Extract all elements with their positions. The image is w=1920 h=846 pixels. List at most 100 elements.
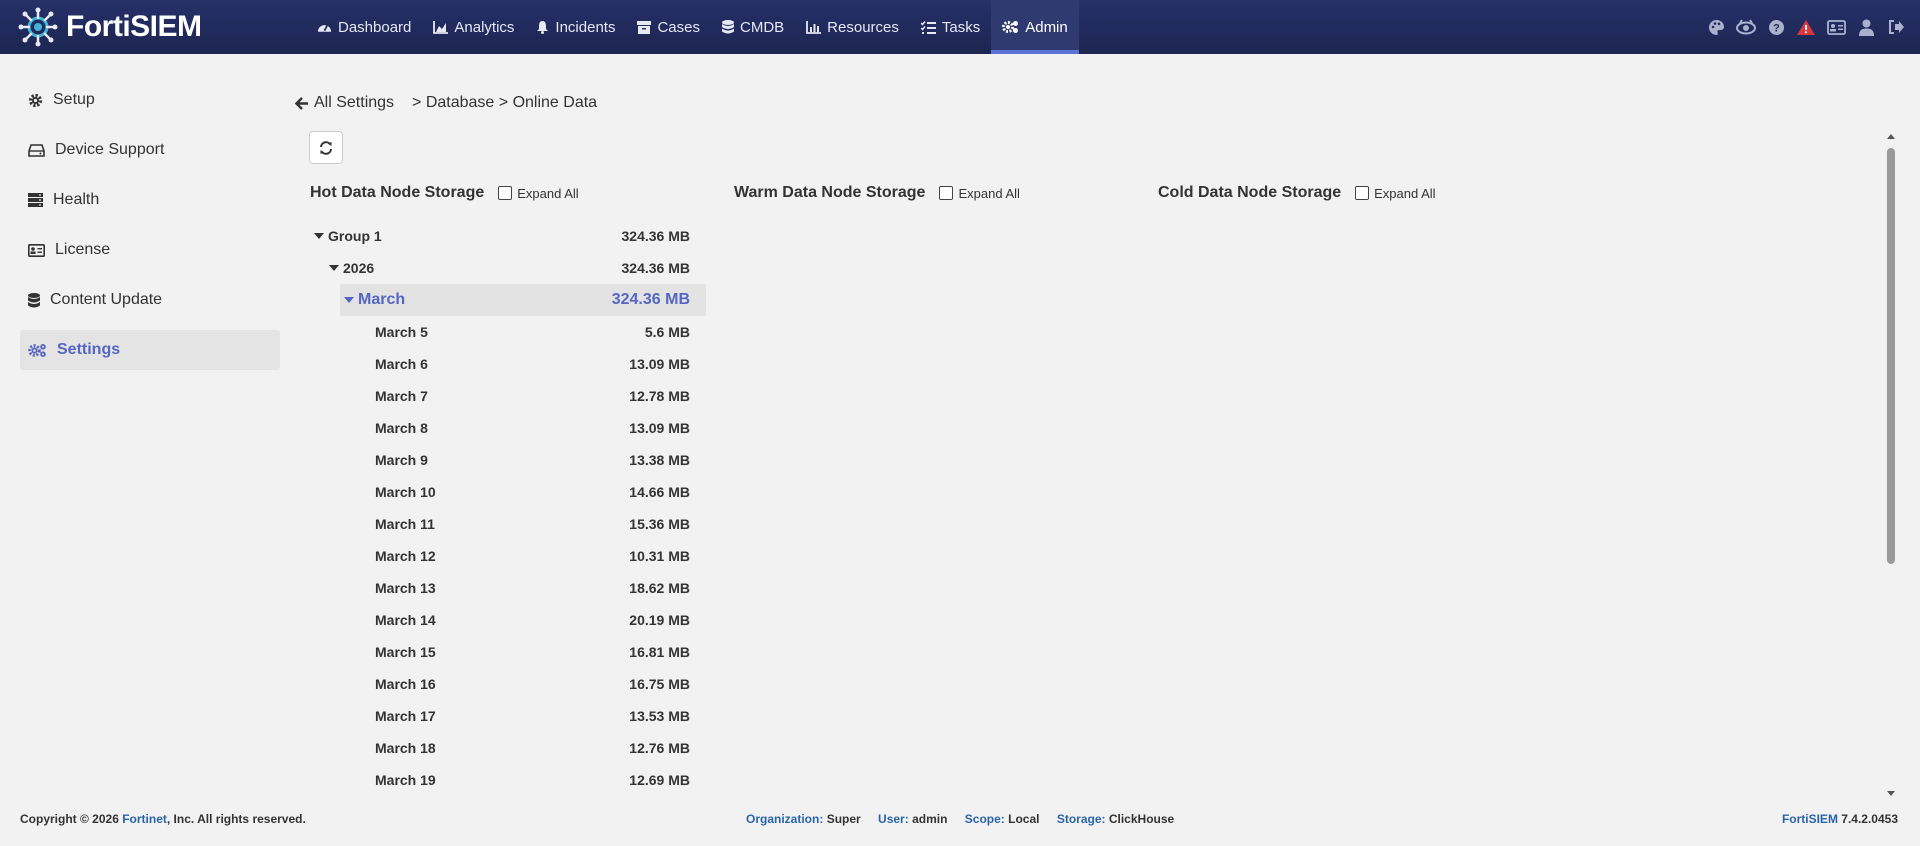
day-label: March 15 <box>375 644 436 660</box>
cold-expand-checkbox[interactable] <box>1355 186 1370 200</box>
sidebar-item-content-update[interactable]: Content Update <box>20 280 280 320</box>
warm-expand-checkbox[interactable] <box>939 186 954 200</box>
day-size: 13.09 MB <box>629 420 690 436</box>
tree-leaf-day[interactable]: March 6 13.09 MB <box>310 348 706 380</box>
nav-dashboard[interactable]: Dashboard <box>306 0 422 54</box>
day-label: March 6 <box>375 356 428 372</box>
hot-expand-checkbox[interactable] <box>498 186 513 200</box>
day-label: March 7 <box>375 388 428 404</box>
tree-node-label: March <box>358 291 406 308</box>
day-label: March 11 <box>375 516 435 532</box>
nav-resources[interactable]: Resources <box>795 0 910 54</box>
tree-leaf-day[interactable]: March 8 13.09 MB <box>310 412 706 444</box>
sidebar-item-license[interactable]: License <box>20 230 280 270</box>
all-settings-link[interactable]: All Settings <box>295 94 394 112</box>
tree-node-size: 324.36 MB <box>611 291 690 308</box>
tree-leaf-day[interactable]: March 5 5.6 MB <box>310 316 706 348</box>
sidebar-item-device-support[interactable]: Device Support <box>20 130 280 170</box>
hot-expand-label: Expand All <box>517 185 579 201</box>
fortinet-link[interactable]: Fortinet <box>122 812 167 826</box>
storage-label: Storage: <box>1056 812 1106 826</box>
warm-storage-title: Warm Data Node Storage <box>734 184 926 201</box>
refresh-button[interactable] <box>309 131 343 164</box>
palette-icon[interactable] <box>1706 17 1726 37</box>
tree-node-month[interactable]: March 324.36 MB <box>340 284 706 316</box>
day-label: March 5 <box>375 324 428 340</box>
day-label: March 17 <box>375 708 436 724</box>
day-size: 13.38 MB <box>629 452 690 468</box>
tree-leaf-day[interactable]: March 14 20.19 MB <box>310 604 706 636</box>
day-label: March 12 <box>375 548 436 564</box>
breadcrumb-path: > Database > Online Data <box>412 94 598 111</box>
tree-leaf-day[interactable]: March 17 13.53 MB <box>310 700 706 732</box>
scroll-up-arrow-icon[interactable] <box>1887 134 1895 139</box>
scope-value: Local <box>1008 812 1040 826</box>
nav-analytics[interactable]: Analytics <box>422 0 525 54</box>
header-icons: ? <box>1706 0 1906 54</box>
caret-down-icon[interactable] <box>329 265 339 271</box>
nav-admin[interactable]: Admin <box>991 0 1079 54</box>
org-label: Organization: <box>746 812 824 826</box>
content-scrollbar[interactable] <box>1885 132 1897 798</box>
sidebar-item-health[interactable]: Health <box>20 180 280 220</box>
tree-leaf-day[interactable]: March 18 12.76 MB <box>310 732 706 764</box>
server-icon <box>28 193 43 207</box>
all-settings-label: All Settings <box>314 94 395 111</box>
breadcrumb: All Settings > Database > Online Data <box>295 94 597 112</box>
tree-leaf-day[interactable]: March 16 16.75 MB <box>310 668 706 700</box>
user-icon[interactable] <box>1856 17 1876 37</box>
caret-down-icon[interactable] <box>344 297 354 303</box>
top-navbar: FortiSIEM Dashboard Analytics Incidents … <box>0 0 1920 54</box>
tree-leaf-day[interactable]: March 19 12.69 MB <box>310 764 706 796</box>
hard-drive-icon <box>28 143 45 157</box>
gauge-icon <box>317 24 332 32</box>
id-card-icon[interactable] <box>1826 17 1846 37</box>
nav-incidents[interactable]: Incidents <box>525 0 626 54</box>
arrow-left-icon <box>295 96 308 110</box>
version-number: 7.4.2.0453 <box>1841 812 1898 826</box>
help-icon[interactable]: ? <box>1766 17 1786 37</box>
day-label: March 8 <box>375 420 428 436</box>
day-label: March 18 <box>375 740 436 756</box>
scope-label: Scope: <box>964 812 1005 826</box>
alert-icon[interactable] <box>1796 17 1816 37</box>
hot-storage-title: Hot Data Node Storage <box>310 184 485 201</box>
tree-leaf-day[interactable]: March 13 18.62 MB <box>310 572 706 604</box>
tree-node-group[interactable]: Group 1 324.36 MB <box>310 220 706 252</box>
logout-icon[interactable] <box>1886 17 1906 37</box>
fortisiem-logo[interactable]: FortiSIEM <box>18 7 288 47</box>
nav-cases[interactable]: Cases <box>626 0 711 54</box>
day-size: 16.75 MB <box>629 676 690 692</box>
tree-leaf-day[interactable]: March 7 12.78 MB <box>310 380 706 412</box>
cold-expand-all[interactable]: Expand All <box>1355 186 1436 201</box>
warm-expand-all[interactable]: Expand All <box>939 186 1020 201</box>
scrollbar-thumb[interactable] <box>1887 148 1895 564</box>
product-name: FortiSIEM <box>1781 812 1838 826</box>
watch-eye-icon[interactable] <box>1736 17 1756 37</box>
tree-node-year[interactable]: 2026 324.36 MB <box>310 252 706 284</box>
hot-expand-all[interactable]: Expand All <box>498 185 579 201</box>
folder-icon <box>637 20 652 34</box>
nav-analytics-label: Analytics <box>454 18 515 36</box>
tree-leaf-day[interactable]: March 15 16.81 MB <box>310 636 706 668</box>
gears-icon <box>1002 21 1019 33</box>
nav-resources-label: Resources <box>827 18 899 36</box>
scroll-down-arrow-icon[interactable] <box>1887 791 1895 796</box>
main-nav: Dashboard Analytics Incidents Cases CMDB… <box>306 0 1079 54</box>
area-chart-icon <box>433 20 449 34</box>
nav-cmdb[interactable]: CMDB <box>711 0 795 54</box>
tree-leaf-day[interactable]: March 11 15.36 MB <box>310 508 706 540</box>
sidebar-item-setup[interactable]: Setup <box>20 80 280 120</box>
day-label: March 10 <box>375 484 436 500</box>
sidebar-item-settings[interactable]: Settings <box>20 330 280 370</box>
day-size: 20.19 MB <box>629 612 690 628</box>
caret-down-icon[interactable] <box>314 233 324 239</box>
day-size: 12.76 MB <box>629 740 690 756</box>
tree-leaf-day[interactable]: March 9 13.38 MB <box>310 444 706 476</box>
nav-dashboard-label: Dashboard <box>338 18 412 36</box>
tree-leaf-day[interactable]: March 12 10.31 MB <box>310 540 706 572</box>
nav-tasks[interactable]: Tasks <box>910 0 991 54</box>
day-label: March 14 <box>375 612 436 628</box>
tree-leaf-day[interactable]: March 10 14.66 MB <box>310 476 706 508</box>
cold-storage-title: Cold Data Node Storage <box>1158 184 1342 201</box>
